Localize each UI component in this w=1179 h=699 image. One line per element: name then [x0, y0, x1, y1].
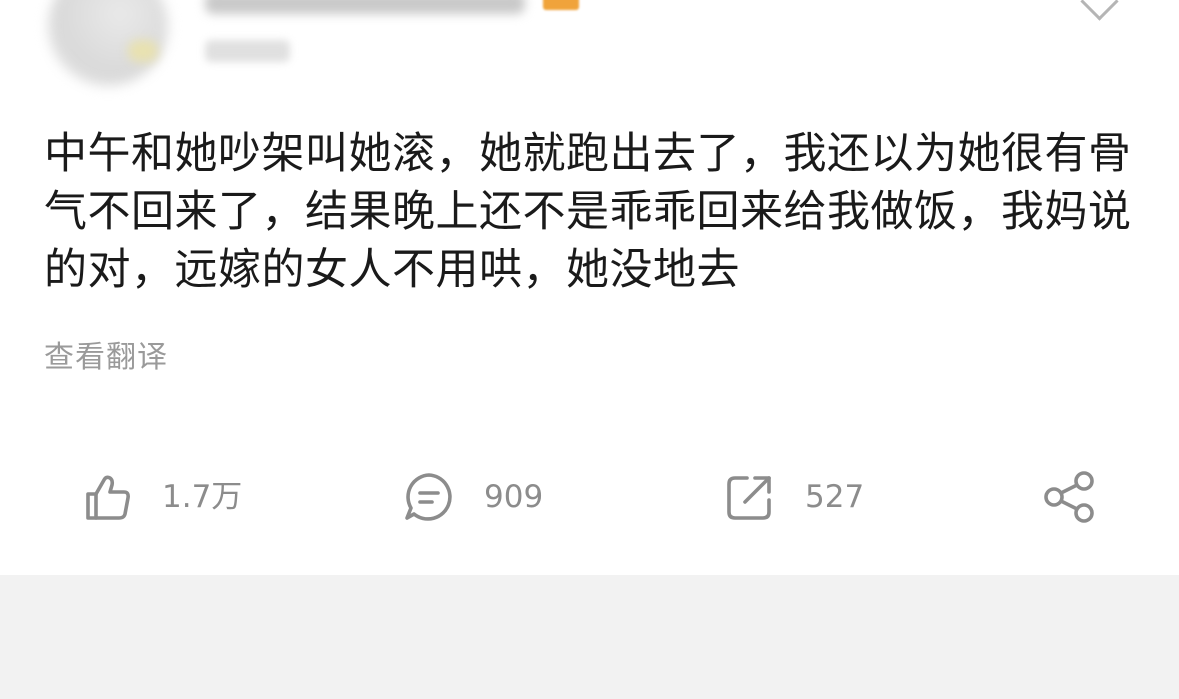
vip-badge-icon: [543, 0, 579, 10]
username-blurred[interactable]: [205, 0, 525, 14]
comment-bubble-icon: [402, 470, 456, 524]
post-text: 中午和她吵架叫她滚，她就跑出去了，我还以为她很有骨气不回来了，结果晚上还不是乖乖…: [44, 129, 1132, 295]
like-count: 1.7万: [162, 479, 243, 515]
post-card: 中午和她吵架叫她滚，她就跑出去了，我还以为她很有骨气不回来了，结果晚上还不是乖乖…: [0, 0, 1179, 575]
feed-separator: [0, 575, 1179, 699]
like-button[interactable]: 1.7万: [80, 465, 242, 529]
thumbs-up-icon: [80, 470, 134, 524]
repost-button[interactable]: 527: [723, 465, 864, 529]
comment-count: 909: [484, 479, 544, 515]
share-icon: [1042, 469, 1098, 525]
post-time-blurred: [205, 40, 290, 62]
verified-badge-icon: [128, 40, 158, 62]
action-bar: 1.7万 909 527: [0, 465, 1179, 529]
chevron-down-icon[interactable]: [1080, 0, 1119, 21]
comment-button[interactable]: 909: [402, 465, 543, 529]
repost-count: 527: [805, 479, 865, 515]
share-button[interactable]: [1042, 465, 1098, 529]
view-translation-link[interactable]: 查看翻译: [44, 338, 168, 378]
repost-icon: [723, 470, 777, 524]
post-header: [0, 0, 1179, 90]
